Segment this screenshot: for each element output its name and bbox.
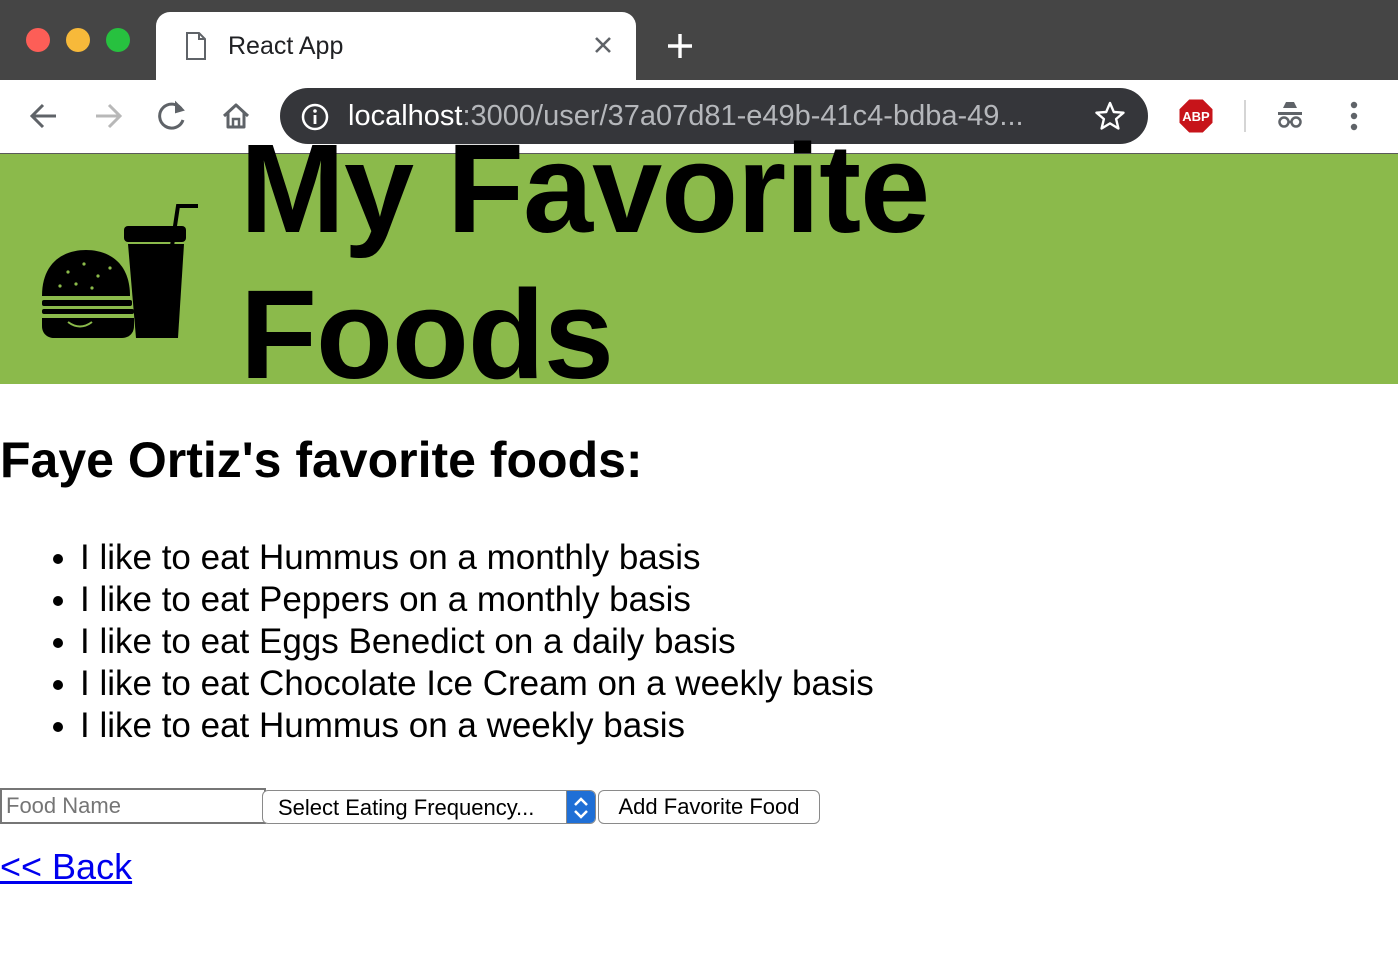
list-item: I like to eat Chocolate Ice Cream on a w… bbox=[80, 663, 874, 705]
site-title: My Favorite Foods bbox=[240, 118, 930, 405]
toolbar-separator bbox=[1244, 100, 1246, 132]
forward-arrow-icon[interactable] bbox=[88, 96, 128, 136]
back-arrow-icon[interactable] bbox=[24, 96, 64, 136]
burger-and-drink-logo bbox=[42, 204, 198, 338]
tab-strip: React App bbox=[0, 0, 1398, 80]
svg-text:ABP: ABP bbox=[1182, 109, 1210, 124]
browser-tab[interactable]: React App bbox=[156, 12, 636, 80]
close-icon[interactable] bbox=[592, 34, 614, 56]
more-vert-icon[interactable] bbox=[1334, 96, 1374, 136]
reload-icon[interactable] bbox=[152, 96, 192, 136]
list-item: I like to eat Hummus on a weekly basis bbox=[80, 705, 874, 747]
minimize-window-button[interactable] bbox=[66, 28, 90, 52]
select-value: Select Eating Frequency... bbox=[278, 795, 535, 820]
eating-frequency-select[interactable]: Select Eating Frequency... bbox=[262, 790, 596, 824]
food-name-input[interactable] bbox=[0, 788, 266, 824]
list-item: I like to eat Hummus on a monthly basis bbox=[80, 537, 874, 579]
app-header: My Favorite Foods bbox=[0, 118, 1398, 405]
new-tab-icon[interactable] bbox=[664, 30, 696, 62]
tab-title: React App bbox=[228, 32, 344, 60]
user-favorites-heading: Faye Ortiz's favorite foods: bbox=[0, 432, 643, 488]
maximize-window-button[interactable] bbox=[106, 28, 130, 52]
adblock-plus-icon[interactable]: ABP bbox=[1178, 98, 1214, 134]
list-item: I like to eat Peppers on a monthly basis bbox=[80, 579, 874, 621]
add-favorite-food-button[interactable]: Add Favorite Food bbox=[598, 790, 820, 824]
close-window-button[interactable] bbox=[26, 28, 50, 52]
back-link[interactable]: << Back bbox=[0, 846, 132, 888]
select-arrows-icon bbox=[566, 791, 595, 823]
incognito-icon[interactable] bbox=[1270, 96, 1310, 136]
list-item: I like to eat Eggs Benedict on a daily b… bbox=[80, 621, 874, 663]
favorite-food-list: I like to eat Hummus on a monthly basis … bbox=[0, 537, 874, 747]
document-icon bbox=[186, 32, 206, 60]
